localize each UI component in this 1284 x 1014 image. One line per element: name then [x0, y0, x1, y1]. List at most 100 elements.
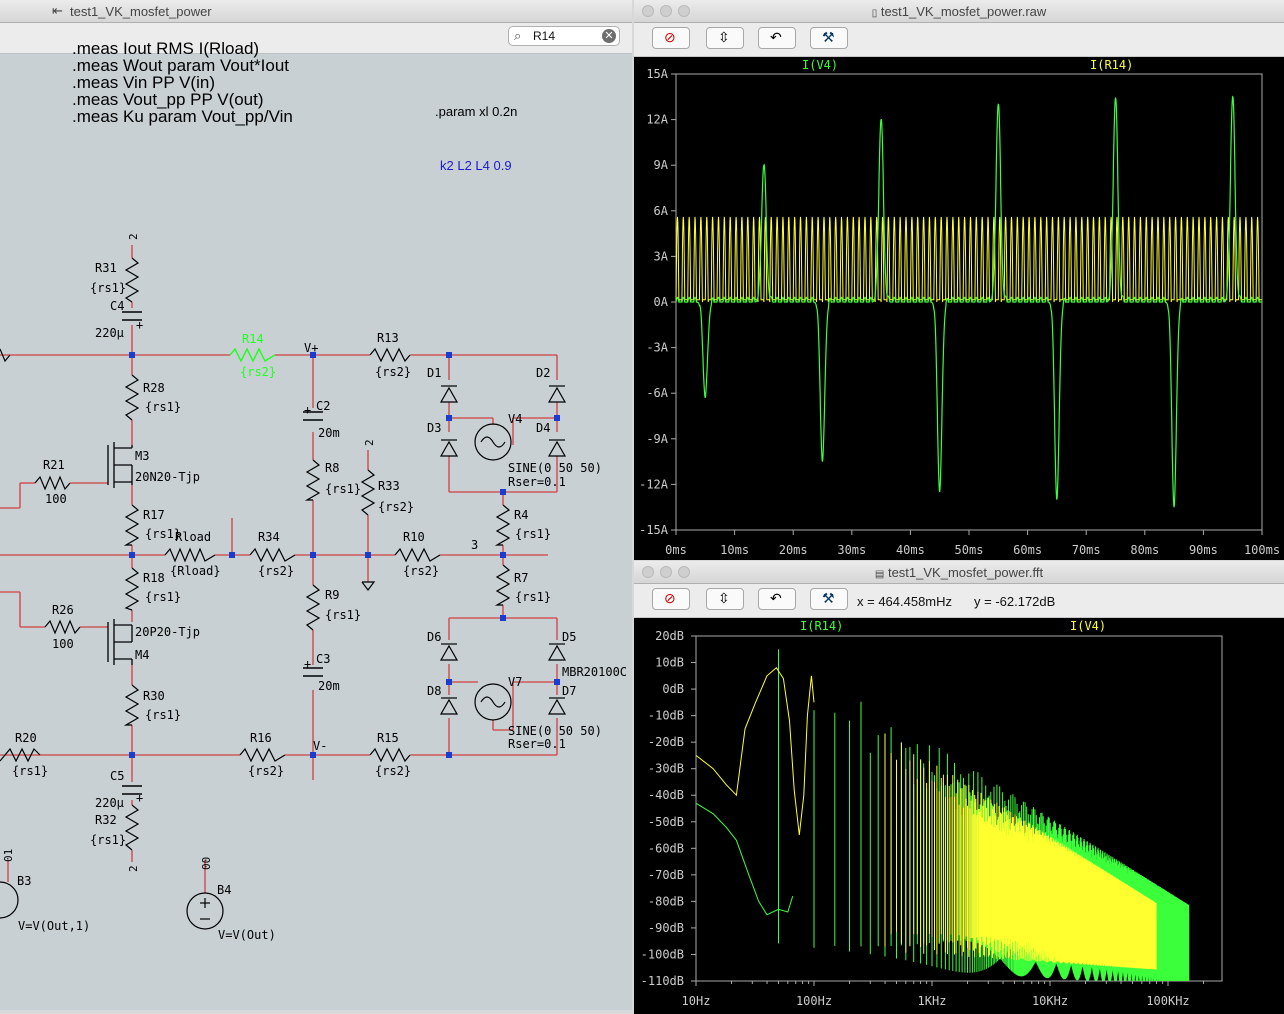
- label-c5-plus: +: [136, 791, 143, 805]
- fft-file-icon: ▤: [874, 569, 885, 580]
- fft-xtick-label: 100Hz: [796, 994, 832, 1008]
- label-r16: R16: [250, 731, 272, 745]
- label-d1: D1: [427, 366, 441, 380]
- raw-ytick-label: 15A: [646, 67, 668, 81]
- raw-title: test1_VK_mosfet_power.raw: [880, 4, 1047, 19]
- fft-toolbar: ⊘ ⇳ ↶ ⚒ x = 464.458mHz y = -62.172dB: [634, 584, 1284, 618]
- label-vminus: V-: [313, 739, 327, 753]
- label-r14: R14: [242, 332, 264, 346]
- label-r30: R30: [143, 689, 165, 703]
- label-r34-value: {rs2}: [258, 564, 294, 578]
- delete-trace-button[interactable]: ⊘: [652, 27, 690, 49]
- raw-window: ▯ test1_VK_mosfet_power.raw ⊘ ⇳ ↶ ⚒ I(V4…: [634, 0, 1284, 560]
- label-d2: D2: [536, 366, 550, 380]
- label-b4: B4: [217, 883, 231, 897]
- raw-ytick-label: -12A: [639, 477, 669, 491]
- label-b3: B3: [17, 874, 31, 888]
- fft-autorange-icon: ⇳: [718, 590, 730, 606]
- fft-ytick-label: 20dB: [655, 629, 684, 643]
- label-d4: D4: [536, 421, 550, 435]
- label-c2: C2: [316, 399, 330, 413]
- label-r32-node: 2: [127, 865, 140, 872]
- raw-ytick-label: 9A: [654, 158, 669, 172]
- label-c3-value: 20m: [318, 679, 340, 693]
- label-r28-value: {rs1}: [145, 400, 181, 414]
- label-rload: Rload: [175, 530, 211, 544]
- zoom-back-button[interactable]: ↶: [758, 27, 796, 49]
- label-b4-node: 00: [200, 857, 213, 870]
- raw-ytick-label: 6A: [654, 204, 669, 218]
- probe-button[interactable]: ⚒: [810, 27, 848, 49]
- fft-ytick-label: -110dB: [641, 974, 684, 988]
- fft-delete-trace-icon: ⊘: [664, 590, 676, 606]
- raw-plot[interactable]: I(V4) I(R14) 15A 12A 9A 6A 3A 0A -3A -6A -9A -12A…: [634, 57, 1284, 560]
- fft-plot[interactable]: I(R14) I(V4) 20dB 10dB 0dB -10dB -20dB -30dB -…: [634, 618, 1284, 1014]
- raw-xtick-label: 40ms: [896, 543, 925, 557]
- fft-ytick-label: -30dB: [648, 762, 684, 776]
- label-c3: C3: [316, 652, 330, 666]
- label-r20-value: {rs1}: [12, 764, 48, 778]
- label-r18: R18: [143, 571, 165, 585]
- label-c5: C5: [110, 769, 124, 783]
- zoom-back-icon: ↶: [770, 29, 782, 45]
- label-v4-value: SINE(0 50 50): [508, 461, 602, 475]
- fft-xtick-label: 10Hz: [682, 994, 711, 1008]
- raw-titlebar[interactable]: ▯ test1_VK_mosfet_power.raw: [634, 0, 1284, 23]
- label-r32-value: {rs1}: [90, 833, 126, 847]
- fft-i-v4-lowfreq: [695, 667, 815, 836]
- label-r21-value: 100: [45, 492, 67, 506]
- label-r33-node: 2: [363, 439, 376, 446]
- label-b4-value: V=V(Out): [218, 928, 276, 942]
- fft-i-v4-spectrum: [884, 733, 1157, 970]
- label-r31-value: {rs1}: [90, 281, 126, 295]
- fft-autorange-button[interactable]: ⇳: [706, 588, 744, 610]
- label-r15: R15: [377, 731, 399, 745]
- fft-ytick-label: -100dB: [641, 947, 684, 961]
- fft-trace1-label[interactable]: I(R14): [800, 619, 843, 633]
- label-c2-plus: +: [304, 403, 311, 417]
- fft-probe-button[interactable]: ⚒: [810, 588, 848, 610]
- label-r7: R7: [514, 571, 528, 585]
- label-c5-value: 220µ: [95, 796, 124, 810]
- label-r31: R31: [95, 261, 117, 275]
- fft-ytick-label: -20dB: [648, 735, 684, 749]
- fft-ytick-label: -40dB: [648, 788, 684, 802]
- autorange-button[interactable]: ⇳: [706, 27, 744, 49]
- label-m3: M3: [135, 449, 149, 463]
- label-c3-plus: +: [304, 657, 311, 671]
- raw-xtick-label: 60ms: [1013, 543, 1042, 557]
- label-r14-value: {rs2}: [240, 365, 276, 379]
- raw-trace2-label[interactable]: I(R14): [1090, 58, 1133, 72]
- raw-toolbar: ⊘ ⇳ ↶ ⚒: [634, 23, 1284, 57]
- fft-xtick-label: 100KHz: [1146, 994, 1189, 1008]
- fft-ytick-label: -70dB: [648, 868, 684, 882]
- raw-xtick-label: 10ms: [720, 543, 749, 557]
- fft-zoom-back-icon: ↶: [770, 590, 782, 606]
- cursor-x-readout: x = 464.458mHz: [857, 594, 953, 609]
- fft-title: test1_VK_mosfet_power.fft: [887, 565, 1044, 580]
- fft-delete-trace-button[interactable]: ⊘: [652, 588, 690, 610]
- r14-resistor-selected[interactable]: [229, 347, 276, 363]
- label-r26: R26: [52, 603, 74, 617]
- raw-trace1-label[interactable]: I(V4): [802, 58, 838, 72]
- label-r15-value: {rs2}: [375, 764, 411, 778]
- label-r4-value: {rs1}: [515, 527, 551, 541]
- raw-xtick-label: 70ms: [1072, 543, 1101, 557]
- label-r8-value: {rs1}: [325, 482, 361, 496]
- fft-zoom-back-button[interactable]: ↶: [758, 588, 796, 610]
- label-r8: R8: [325, 461, 339, 475]
- label-c4-plus: +: [136, 318, 143, 332]
- label-d5: D5: [562, 630, 576, 644]
- label-r33: R33: [378, 479, 400, 493]
- fft-trace2-label[interactable]: I(V4): [1070, 619, 1106, 633]
- label-d8: D8: [427, 684, 441, 698]
- label-b3-node: 01: [2, 849, 15, 862]
- label-r4: R4: [514, 508, 528, 522]
- delete-trace-icon: ⊘: [664, 29, 676, 45]
- raw-xtick-label: 80ms: [1130, 543, 1159, 557]
- label-m3-model: 20N20-Tjp: [135, 470, 200, 484]
- fft-titlebar[interactable]: ▤ test1_VK_mosfet_power.fft: [634, 561, 1284, 584]
- label-v4-rser: Rser=0.1: [508, 475, 566, 489]
- schematic-canvas[interactable]: R31 {rs1} C4 220µ R28 {rs1} M3 20N20-Tjp R21…: [0, 0, 632, 1010]
- fft-ytick-label: -50dB: [648, 815, 684, 829]
